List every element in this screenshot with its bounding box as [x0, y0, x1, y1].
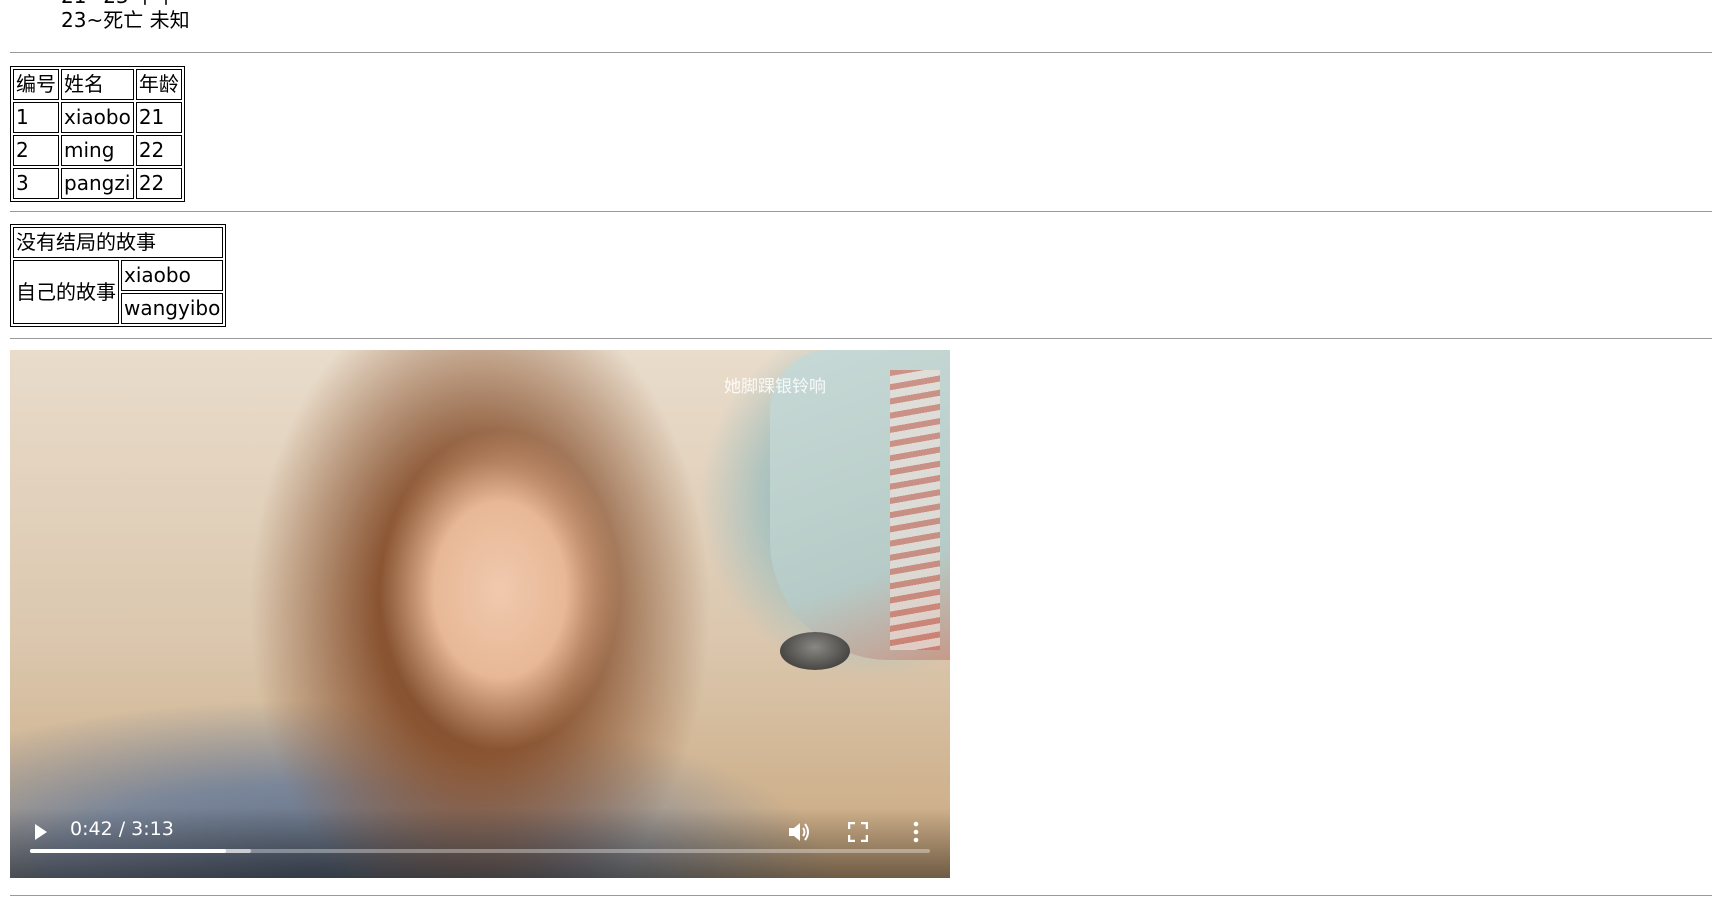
play-icon[interactable] [35, 824, 47, 840]
table-cell: 2 [13, 135, 59, 166]
table-cell: wangyibo [121, 293, 224, 324]
table-cell: 3 [13, 168, 59, 199]
table-row: 3 pangzi 22 [13, 168, 182, 199]
horizontal-rule [10, 52, 1712, 53]
table-group-cell: 自己的故事 [13, 260, 119, 324]
video-frame-ring [780, 632, 850, 670]
video-frame-pattern [890, 370, 940, 650]
video-progress-track[interactable] [30, 849, 930, 853]
video-progress-fill [30, 849, 226, 853]
table-header-cell: 年龄 [135, 69, 182, 100]
horizontal-rule [10, 338, 1712, 339]
table-cell: pangzi [61, 168, 134, 199]
table-cell: xiaobo [121, 260, 224, 291]
table-title-cell: 没有结局的故事 [13, 227, 224, 258]
table-cell: 22 [135, 168, 182, 199]
volume-icon[interactable] [787, 820, 813, 844]
table-cell: 22 [135, 135, 182, 166]
horizontal-rule [10, 895, 1712, 896]
table-row: 没有结局的故事 [13, 227, 224, 258]
table-row: 自己的故事 xiaobo [13, 260, 224, 324]
table-cell: xiaobo [61, 102, 134, 133]
table-cell: ming [61, 135, 134, 166]
definition-item: 23~死亡 未知 [61, 8, 190, 32]
video-player[interactable]: 她脚踝银铃响 0:42 / 3:13 [10, 350, 950, 878]
table-header-row: 编号 姓名 年龄 [13, 69, 182, 100]
video-watermark: 她脚踝银铃响 [724, 377, 826, 397]
video-time: 0:42 / 3:13 [70, 818, 174, 840]
definition-line-cut: 21~23 中年 [61, 0, 175, 8]
more-options-icon[interactable] [913, 820, 919, 844]
table-row: 1 xiaobo 21 [13, 102, 182, 133]
table-cell: 21 [135, 102, 182, 133]
table-cell: 1 [13, 102, 59, 133]
fullscreen-icon[interactable] [848, 822, 868, 842]
table-header-cell: 姓名 [61, 69, 134, 100]
story-table: 没有结局的故事 自己的故事 xiaobo wangyibo [10, 224, 227, 327]
horizontal-rule [10, 211, 1712, 212]
video-controls: 0:42 / 3:13 [10, 808, 950, 878]
table-header-cell: 编号 [13, 69, 59, 100]
table-row: 2 ming 22 [13, 135, 182, 166]
students-table: 编号 姓名 年龄 1 xiaobo 21 2 ming 22 3 pangzi … [10, 66, 185, 202]
